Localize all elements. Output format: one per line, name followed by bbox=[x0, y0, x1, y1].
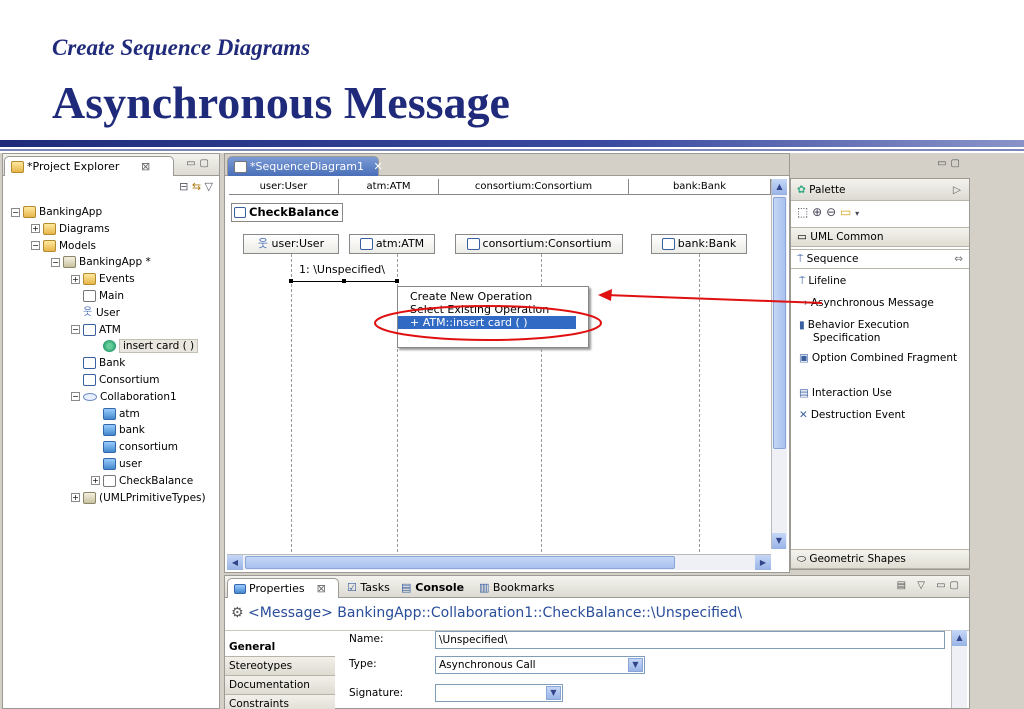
annotation-arrow-line bbox=[605, 294, 823, 304]
annotation-ellipse bbox=[374, 305, 602, 341]
annotation-arrowhead bbox=[598, 289, 612, 301]
annotation-overlay bbox=[374, 289, 823, 341]
